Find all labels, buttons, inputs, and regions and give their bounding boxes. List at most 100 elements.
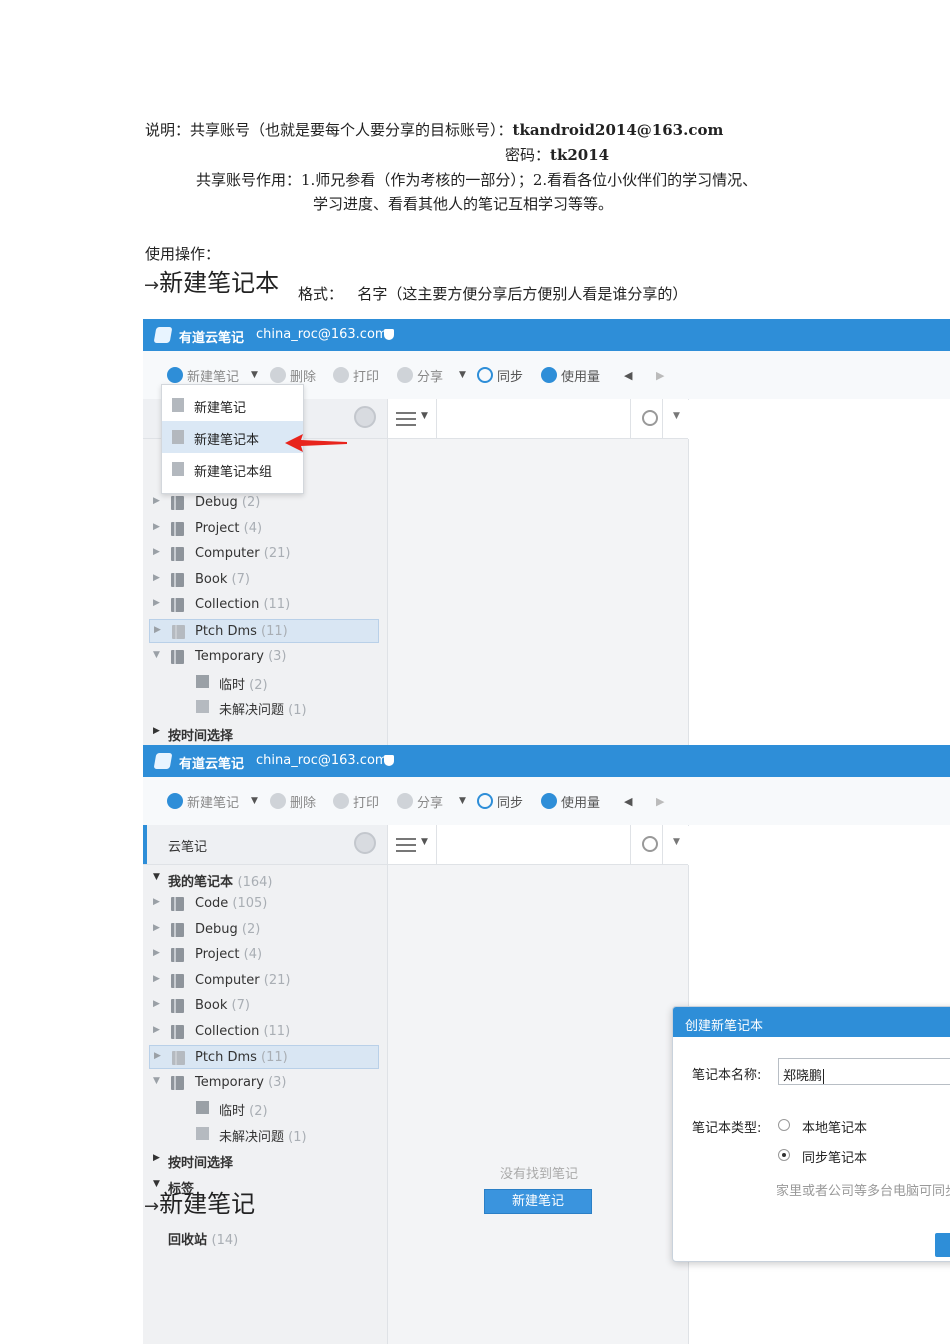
new-note-button[interactable]: 新建笔记 — [167, 366, 239, 385]
notebook-name: Temporary (3) — [195, 649, 287, 664]
expand-icon: ▶ — [153, 726, 160, 736]
usage-label-btn: 使用量 — [561, 369, 601, 385]
menu-item-new-notebook-group[interactable]: 新建笔记本组 — [162, 453, 303, 485]
share-dropdown-icon[interactable]: ▼ — [459, 792, 466, 810]
notebook-name: Debug (2) — [195, 922, 260, 937]
tree-row-by-time[interactable]: ▶ 按时间选择 — [143, 1148, 387, 1172]
tree-row-code[interactable]: ▶ Code (105) — [143, 892, 387, 916]
notebook-icon — [171, 1025, 184, 1039]
sidebar-accent — [143, 825, 147, 864]
sort-caret-icon[interactable]: ▼ — [421, 411, 428, 421]
tree-row-temp-sub[interactable]: 临时 (2) — [143, 1096, 387, 1120]
radio-sync-label[interactable]: 同步笔记本 — [802, 1147, 867, 1166]
delete-button[interactable]: 删除 — [270, 366, 316, 385]
tree-row-unsolved[interactable]: 未解决问题 (1) — [143, 1122, 387, 1146]
print-button[interactable]: 打印 — [333, 366, 379, 385]
tree-row-by-time[interactable]: ▶ 按时间选择 — [143, 721, 387, 745]
tree-row-temporary[interactable]: ▼ Temporary (3) — [143, 645, 387, 669]
tree-row-unsolved[interactable]: 未解决问题 (1) — [143, 695, 387, 719]
app-logo-icon — [153, 327, 173, 343]
next-icon[interactable]: ▶ — [656, 366, 664, 384]
search-icon[interactable] — [642, 836, 658, 852]
radio-local-notebook[interactable] — [778, 1119, 790, 1131]
prev-icon[interactable]: ◀ — [624, 792, 632, 810]
tree-row-debug[interactable]: ▶ Debug (2) — [143, 918, 387, 942]
search-icon[interactable] — [642, 410, 658, 426]
expand-icon: ▶ — [153, 1153, 160, 1163]
menu-item-new-note[interactable]: 新建笔记 — [162, 389, 303, 421]
expand-icon: ▶ — [154, 625, 161, 635]
tree-row-temporary[interactable]: ▼ Temporary (3) — [143, 1071, 387, 1095]
notebook-count: (2) — [249, 1104, 268, 1119]
radio-sync-notebook[interactable] — [778, 1149, 790, 1161]
notebook-name: Code (105) — [195, 896, 267, 911]
notebook-name-input[interactable]: 郑晓鹏 — [778, 1058, 950, 1085]
notebook-icon — [171, 598, 184, 612]
tree-row-project[interactable]: ▶ Project (4) — [143, 517, 387, 541]
tree-row-collection[interactable]: ▶ Collection (11) — [143, 593, 387, 617]
next-icon[interactable]: ▶ — [656, 792, 664, 810]
notebook-name-text: Temporary — [195, 1075, 264, 1090]
arrow-icon: → — [144, 1196, 160, 1217]
new-note-button-center[interactable]: 新建笔记 — [484, 1189, 592, 1214]
cloud-sync-icon[interactable] — [354, 832, 376, 854]
tree-row-computer[interactable]: ▶ Computer (21) — [143, 969, 387, 993]
notebook-icon — [172, 625, 185, 639]
usage-button[interactable]: 使用量 — [541, 366, 601, 385]
sync-button[interactable]: 同步 — [477, 792, 523, 811]
radio-local-label[interactable]: 本地笔记本 — [802, 1117, 867, 1136]
share-button[interactable]: 分享 — [397, 792, 444, 811]
notebook-name: 未解决问题 (1) — [219, 1126, 307, 1145]
intro-line1: 说明：共享账号（也就是要每个人要分享的目标账号）：tkandroid2014@1… — [145, 119, 723, 140]
pie-icon — [541, 793, 557, 809]
tree-row-ptch-dms[interactable]: ▶ Ptch Dms (11) — [149, 1045, 379, 1069]
tree-row-collection[interactable]: ▶ Collection (11) — [143, 1020, 387, 1044]
notebook-count: (2) — [249, 678, 268, 693]
notebook-count: (2) — [241, 495, 261, 510]
menu-item-new-notebook[interactable]: 新建笔记本 — [162, 421, 303, 453]
search-caret-icon[interactable]: ▼ — [673, 411, 680, 421]
tree-row-my-notebooks[interactable]: ▼ 我的笔记本 (164) — [143, 867, 387, 891]
tree-row-recycle[interactable]: 回收站 (14) — [143, 1225, 387, 1249]
new-note-dropdown-icon[interactable]: ▼ — [251, 366, 258, 384]
step1-heading-row: →新建笔记本 — [144, 263, 279, 298]
expand-icon: ▶ — [153, 1025, 160, 1035]
menu-icon[interactable] — [396, 838, 416, 840]
notebook-name: 未解决问题 (1) — [219, 699, 307, 718]
confirm-button[interactable] — [935, 1233, 950, 1257]
note-icon — [172, 398, 184, 412]
step1-format: 格式： 名字（这主要方便分享后方便别人看是谁分享的） — [298, 283, 687, 304]
menu-icon[interactable] — [396, 412, 416, 414]
share-button[interactable]: 分享 — [397, 366, 443, 385]
note-list — [388, 439, 689, 745]
tree-row-book[interactable]: ▶ Book (7) — [143, 994, 387, 1018]
notebook-count: (7) — [231, 572, 250, 587]
tree-row-computer[interactable]: ▶ Computer (21) — [143, 542, 387, 566]
search-caret-icon[interactable]: ▼ — [673, 837, 680, 847]
share-label: 分享 — [417, 795, 444, 811]
cloud-sync-icon[interactable] — [354, 406, 376, 428]
print-button[interactable]: 打印 — [333, 792, 379, 811]
screenshot-create-notebook-dialog: 有道云笔记 china_roc@163.com 新建笔记 ▼ 删除 打印 分享 … — [143, 745, 950, 1344]
share-dropdown-icon[interactable]: ▼ — [459, 366, 466, 384]
share-icon — [397, 367, 413, 383]
notebook-count: (21) — [263, 546, 291, 561]
delete-button[interactable]: 删除 — [270, 792, 316, 811]
usage-button[interactable]: 使用量 — [541, 792, 600, 811]
app-logo-icon — [153, 753, 173, 769]
tree-row-book[interactable]: ▶ Book (7) — [143, 568, 387, 592]
sync-button[interactable]: 同步 — [477, 366, 523, 385]
prev-icon[interactable]: ◀ — [624, 366, 632, 384]
new-note-dropdown-icon[interactable]: ▼ — [251, 792, 258, 810]
my-notebooks-label: 我的笔记本 — [168, 875, 234, 890]
cloud-notes-label[interactable]: 云笔记 — [168, 836, 207, 855]
tree-row-temp-sub[interactable]: 临时 (2) — [143, 670, 387, 694]
shared-account: tkandroid2014@163.com — [512, 121, 724, 139]
sort-caret-icon[interactable]: ▼ — [421, 837, 428, 847]
pointer-arrow-icon — [285, 434, 347, 452]
tree-row-debug[interactable]: ▶ Debug (2) — [143, 491, 387, 515]
tree-row-ptch-dms[interactable]: ▶ Ptch Dms (11) — [149, 619, 379, 643]
notebook-count: (4) — [243, 521, 263, 536]
tree-row-project[interactable]: ▶ Project (4) — [143, 943, 387, 967]
new-note-button[interactable]: 新建笔记 — [167, 792, 239, 811]
